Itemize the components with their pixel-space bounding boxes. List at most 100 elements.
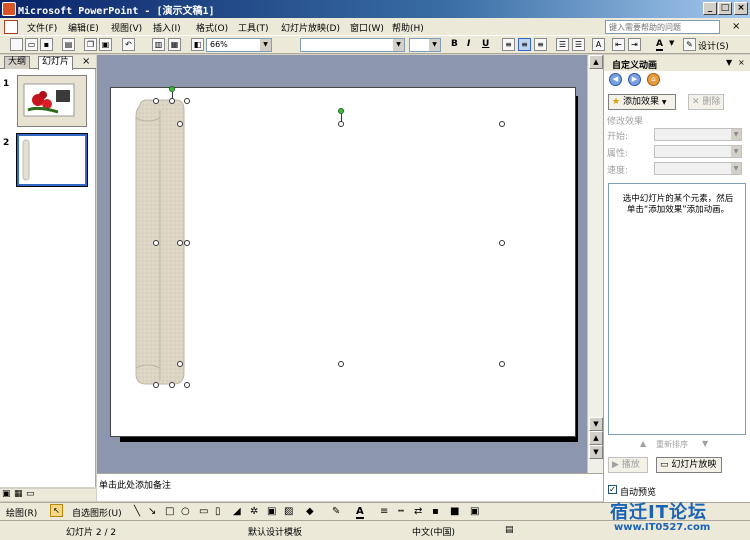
diagram-icon[interactable]: ✲: [250, 506, 258, 518]
resize-handle[interactable]: [184, 98, 190, 104]
forward-icon[interactable]: ▶: [628, 73, 641, 86]
resize-handle[interactable]: [153, 382, 159, 388]
slide-thumbnail-2[interactable]: [16, 133, 88, 187]
wordart-icon[interactable]: ◢: [233, 506, 241, 518]
rotation-handle[interactable]: [338, 108, 344, 114]
next-slide-icon[interactable]: ▼: [589, 445, 603, 459]
add-effect-button[interactable]: ★ 添加效果 ▼: [608, 94, 676, 110]
italic-button[interactable]: I: [467, 39, 470, 49]
zoom-select[interactable]: 66% ▼: [206, 38, 272, 52]
resize-handle[interactable]: [338, 121, 344, 127]
autopreview-checkbox[interactable]: ✓: [608, 485, 617, 494]
select-pointer-icon[interactable]: ↖: [50, 504, 63, 517]
arrow-style-icon[interactable]: ⇄: [414, 506, 422, 518]
textbox-icon[interactable]: ▭: [199, 506, 208, 518]
move-down-icon[interactable]: ▼: [702, 439, 708, 448]
menu-help[interactable]: 帮助(H): [392, 21, 424, 34]
animation-list[interactable]: 选中幻灯片的某个元素，然后单击“添加效果”添加动画。: [608, 183, 746, 435]
insert-graphic-icon[interactable]: ▣: [470, 506, 479, 518]
menu-window[interactable]: 窗口(W): [350, 21, 384, 34]
increase-font-icon[interactable]: A: [592, 38, 605, 51]
menu-view[interactable]: 视图(V): [111, 21, 142, 34]
slideshow-button[interactable]: ▭ 幻灯片放映: [656, 457, 722, 473]
decrease-indent-icon[interactable]: ⇤: [612, 38, 625, 51]
font-color-button[interactable]: A: [656, 39, 663, 51]
property-select[interactable]: ▼: [654, 145, 742, 158]
tab-outline[interactable]: 大纲: [4, 56, 31, 69]
rectangle-icon[interactable]: □: [165, 506, 174, 518]
spelling-icon[interactable]: ▤: [505, 525, 514, 535]
save-icon[interactable]: ▪: [40, 38, 53, 51]
menu-tools[interactable]: 工具(T): [238, 21, 269, 34]
close-icon[interactable]: ×: [738, 58, 745, 67]
numbering-icon[interactable]: ☰: [556, 38, 569, 51]
document-icon[interactable]: [4, 20, 18, 34]
line-icon[interactable]: ╲: [134, 506, 140, 518]
restore-button[interactable]: □: [718, 2, 732, 15]
resize-handle[interactable]: [338, 361, 344, 367]
menu-insert[interactable]: 插入(I): [153, 21, 181, 34]
scroll-up-icon[interactable]: ▲: [589, 55, 603, 69]
close-icon[interactable]: ×: [82, 56, 90, 67]
line-color-icon[interactable]: ✎: [332, 506, 340, 518]
slide-sorter-icon[interactable]: ▦: [14, 489, 23, 499]
resize-handle[interactable]: [169, 98, 175, 104]
insert-table-icon[interactable]: ▦: [168, 38, 181, 51]
remove-button[interactable]: ✕ 删除: [688, 94, 724, 110]
undo-icon[interactable]: ↶: [122, 38, 135, 51]
align-left-icon[interactable]: ≡: [502, 38, 515, 51]
font-size-select[interactable]: ▼: [409, 38, 441, 52]
resize-handle[interactable]: [177, 240, 183, 246]
home-icon[interactable]: ⌂: [647, 73, 660, 86]
print-icon[interactable]: ▤: [62, 38, 75, 51]
resize-handle[interactable]: [177, 121, 183, 127]
start-select[interactable]: ▼: [654, 128, 742, 141]
oval-icon[interactable]: ○: [181, 506, 190, 518]
arrow-icon[interactable]: ↘: [148, 506, 156, 518]
minimize-button[interactable]: _: [703, 2, 717, 15]
clipart-icon[interactable]: ▣: [267, 506, 276, 518]
design-button[interactable]: 设计(S): [698, 39, 729, 52]
picture-icon[interactable]: ▨: [284, 506, 293, 518]
scroll-down-icon[interactable]: ▼: [589, 417, 603, 431]
previous-slide-icon[interactable]: ▲: [589, 431, 603, 445]
normal-view-icon[interactable]: ▣: [2, 489, 11, 499]
chevron-down-icon[interactable]: ▼: [726, 58, 732, 67]
notes-pane[interactable]: 单击此处添加备注: [97, 473, 603, 501]
resize-handle[interactable]: [184, 240, 190, 246]
vertical-scrollbar[interactable]: ▲ ▼ ▲ ▼: [587, 55, 603, 473]
bold-button[interactable]: B: [451, 39, 458, 49]
vertical-textbox-icon[interactable]: ▯: [215, 506, 221, 518]
paste-icon[interactable]: ▣: [99, 38, 112, 51]
font-select[interactable]: ▼: [300, 38, 405, 52]
close-button[interactable]: ×: [734, 2, 748, 15]
underline-button[interactable]: U: [482, 39, 489, 49]
resize-handle[interactable]: [177, 361, 183, 367]
speed-select[interactable]: ▼: [654, 162, 742, 175]
resize-handle[interactable]: [499, 361, 505, 367]
line-style-icon[interactable]: ≡: [380, 506, 388, 518]
menu-slideshow[interactable]: 幻灯片放映(D): [281, 21, 340, 34]
slideshow-view-icon[interactable]: ▭: [26, 489, 35, 499]
close-document-icon[interactable]: ×: [732, 21, 740, 32]
tab-slides[interactable]: 幻灯片: [38, 56, 74, 70]
chevron-down-icon[interactable]: ▼: [669, 39, 674, 47]
resize-handle[interactable]: [499, 121, 505, 127]
color-grayscale-icon[interactable]: ◧: [191, 38, 204, 51]
3d-style-icon[interactable]: ■: [450, 506, 459, 518]
move-up-icon[interactable]: ▲: [640, 439, 646, 448]
play-button[interactable]: ▶ 播放: [608, 457, 648, 473]
slide-thumbnail-1[interactable]: [17, 75, 87, 127]
back-icon[interactable]: ◀: [609, 73, 622, 86]
insert-chart-icon[interactable]: ▥: [152, 38, 165, 51]
new-icon[interactable]: [10, 38, 23, 51]
align-center-icon[interactable]: ≡: [518, 38, 531, 51]
fill-color-icon[interactable]: ◆: [306, 506, 314, 518]
font-color-icon[interactable]: A: [356, 506, 364, 519]
bullets-icon[interactable]: ☰: [572, 38, 585, 51]
design-icon[interactable]: ✎: [683, 38, 696, 51]
rotation-handle[interactable]: [169, 86, 175, 92]
copy-icon[interactable]: ❐: [84, 38, 97, 51]
resize-handle[interactable]: [153, 98, 159, 104]
draw-menu[interactable]: 绘图(R): [6, 506, 37, 519]
